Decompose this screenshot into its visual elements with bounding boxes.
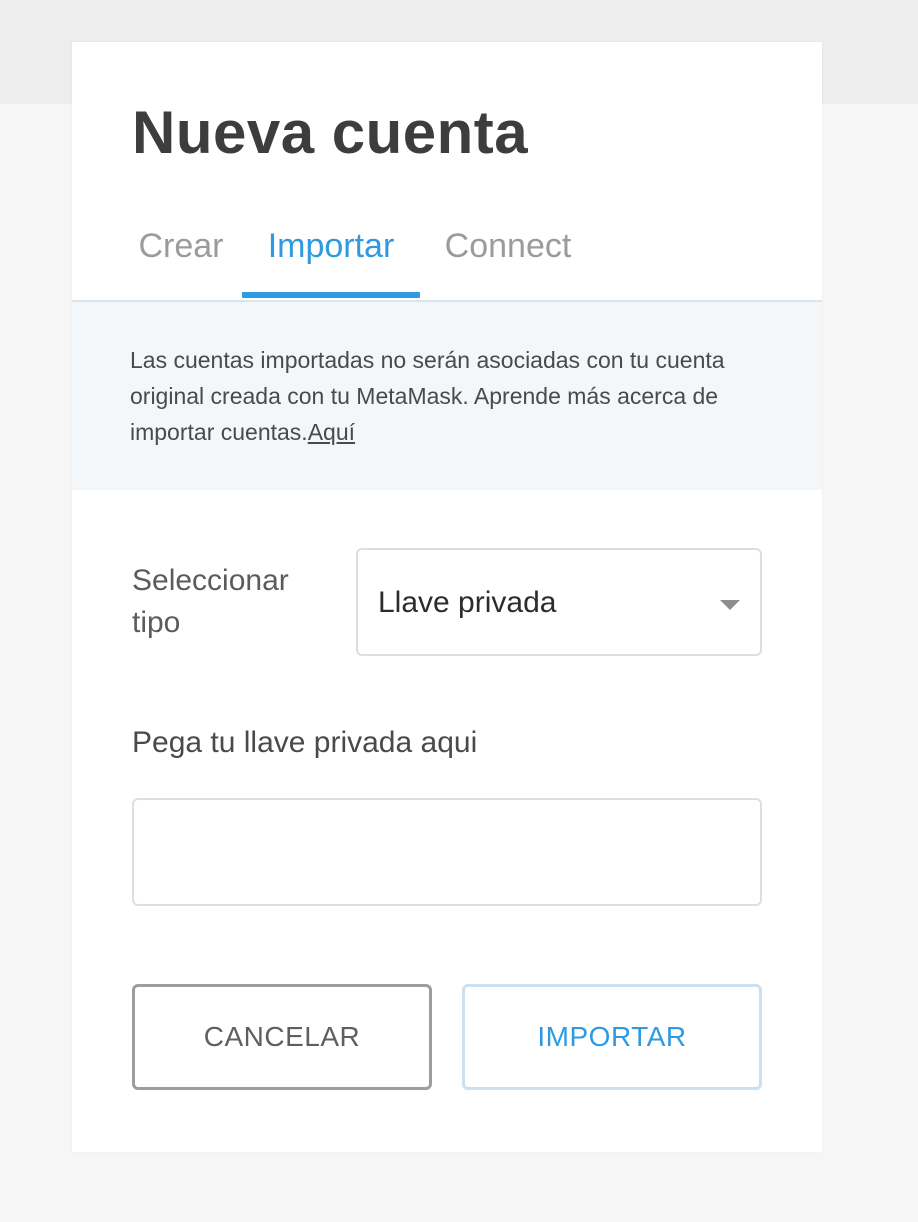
private-key-label: Pega tu llave privada aqui [132, 726, 478, 759]
page-title: Nueva cuenta [132, 99, 529, 166]
new-account-card: Nueva cuenta Crear Importar Connect Las … [72, 42, 822, 1152]
cancel-button[interactable]: CANCELAR [132, 984, 432, 1090]
caret-down-icon [720, 600, 740, 610]
active-tab-indicator [242, 292, 420, 298]
import-notice: Las cuentas importadas no serán asociada… [72, 302, 822, 490]
import-type-value: Llave privada [378, 586, 557, 619]
account-tabs: Crear Importar Connect [72, 220, 822, 302]
import-type-select[interactable]: Llave privada [356, 548, 762, 656]
notice-text: Las cuentas importadas no serán asociada… [130, 347, 725, 445]
select-type-label: Seleccionar tipo [132, 564, 289, 639]
learn-more-link[interactable]: Aquí [308, 419, 355, 445]
import-notice-text: Las cuentas importadas no serán asociada… [130, 342, 770, 450]
private-key-input[interactable] [132, 798, 762, 906]
import-button[interactable]: IMPORTAR [462, 984, 762, 1090]
tab-crear[interactable]: Crear [136, 220, 226, 300]
tab-importar[interactable]: Importar [242, 220, 420, 300]
tab-connect[interactable]: Connect [440, 220, 576, 300]
